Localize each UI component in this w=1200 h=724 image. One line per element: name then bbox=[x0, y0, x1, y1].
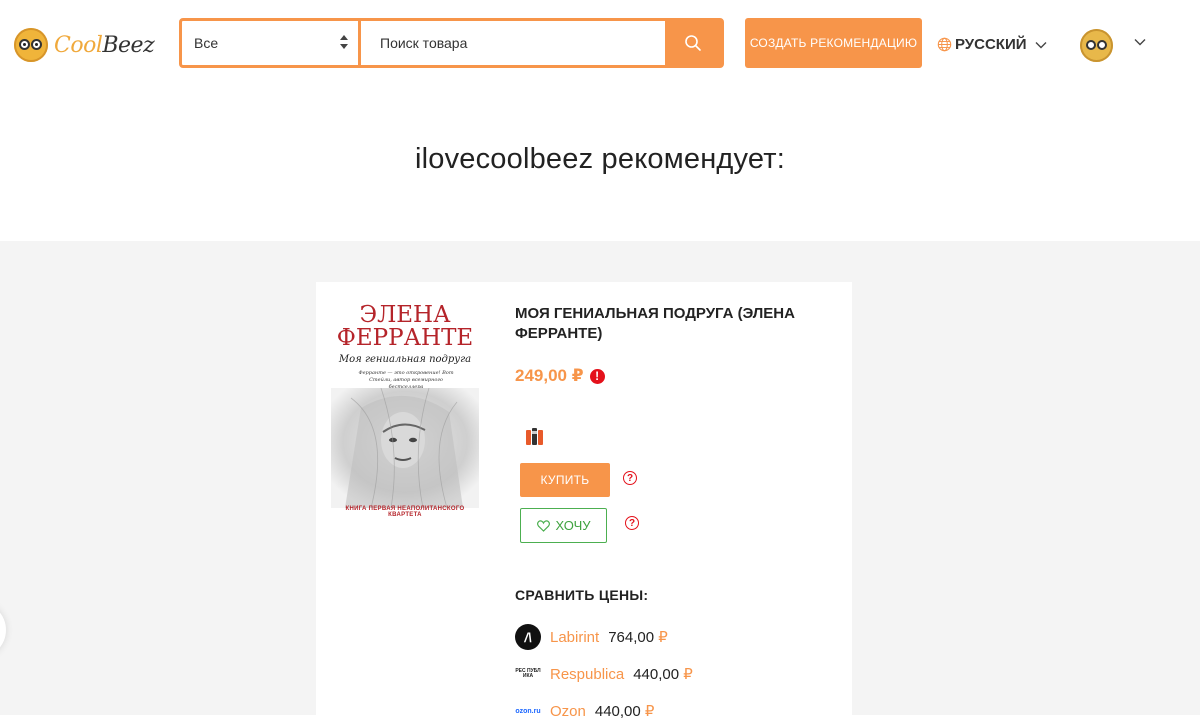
shop-price-value: 764,00 bbox=[608, 629, 655, 646]
cover-photo-image bbox=[331, 388, 479, 508]
logo[interactable]: CoolBeez bbox=[14, 28, 155, 62]
labirint-logo-icon: /\ bbox=[515, 624, 541, 650]
shop-row-labirint[interactable]: /\ Labirint 764,00 ₽ bbox=[515, 624, 668, 650]
shop-price-currency: ₽ bbox=[644, 703, 655, 720]
want-button-label: ХОЧУ bbox=[555, 518, 591, 533]
alert-icon[interactable]: ! bbox=[589, 368, 605, 384]
product-price-value: 249,00 ₽ bbox=[515, 366, 584, 385]
cover-footer: КНИГА ПЕРВАЯ НЕАПОЛИТАНСКОГО КВАРТЕТА bbox=[345, 506, 465, 518]
cover-subtitle: Моя гениальная подруга bbox=[338, 354, 472, 365]
logo-text-beez: Beez bbox=[102, 32, 155, 58]
select-arrows-icon bbox=[340, 35, 348, 49]
shop-price-currency: ₽ bbox=[658, 629, 668, 646]
shop-price-value: 440,00 bbox=[633, 666, 680, 683]
shop-price: 440,00 ₽ bbox=[595, 702, 655, 720]
language-label: РУССКИЙ bbox=[955, 36, 1027, 53]
respublica-logo-icon: РЕС ПУБЛ ИКА bbox=[515, 661, 541, 687]
shop-price: 440,00 ₽ bbox=[633, 665, 693, 683]
shop-row-respublica[interactable]: РЕС ПУБЛ ИКА Respublica 440,00 ₽ bbox=[515, 661, 693, 687]
shop-price-currency: ₽ bbox=[683, 666, 693, 683]
want-help-icon[interactable]: ? bbox=[625, 516, 639, 530]
shop-name[interactable]: Ozon bbox=[550, 703, 586, 720]
shop-name[interactable]: Respublica bbox=[550, 666, 624, 683]
store-thumbnail-icon[interactable] bbox=[525, 425, 547, 447]
heart-icon bbox=[536, 519, 550, 532]
buy-button[interactable]: КУПИТЬ bbox=[520, 463, 610, 497]
category-select[interactable]: Все bbox=[182, 21, 361, 65]
logo-bee-icon bbox=[14, 28, 48, 62]
create-recommendation-button[interactable]: СОЗДАТЬ РЕКОМЕНДАЦИЮ bbox=[745, 18, 922, 68]
header: CoolBeez Все СОЗДАТЬ РЕКОМЕНДАЦИЮ РУССКИ… bbox=[0, 0, 1200, 90]
book-cover[interactable]: ЭЛЕНА ФЕРРАНТЕ Моя гениальная подруга Фе… bbox=[331, 302, 479, 523]
product-price: 249,00 ₽ ! bbox=[515, 366, 605, 386]
cover-author-line2: ФЕРРАНТЕ bbox=[336, 325, 474, 351]
shop-price-value: 440,00 bbox=[594, 703, 641, 720]
chevron-down-icon bbox=[1035, 41, 1047, 48]
want-button[interactable]: ХОЧУ bbox=[520, 508, 607, 543]
user-avatar[interactable] bbox=[1080, 29, 1113, 62]
shop-row-ozon[interactable]: ozon.ru Ozon 440,00 ₽ bbox=[515, 698, 654, 724]
search-icon bbox=[685, 35, 701, 51]
shop-name[interactable]: Labirint bbox=[550, 629, 599, 646]
language-selector[interactable]: РУССКИЙ bbox=[937, 36, 1047, 53]
buy-help-icon[interactable]: ? bbox=[623, 471, 637, 485]
globe-icon bbox=[937, 37, 952, 52]
ozon-logo-icon: ozon.ru bbox=[515, 698, 541, 724]
category-select-value: Все bbox=[194, 35, 219, 51]
logo-text-cool: Cool bbox=[54, 32, 103, 58]
product-title: МОЯ ГЕНИАЛЬНАЯ ПОДРУГА (ЭЛЕНА ФЕРРАНТЕ) bbox=[515, 305, 795, 342]
search-input[interactable] bbox=[361, 21, 665, 65]
compare-prices-title: СРАВНИТЬ ЦЕНЫ: bbox=[515, 587, 649, 603]
cover-author-line1: ЭЛЕНА bbox=[359, 302, 451, 328]
page-title: ilovecoolbeez рекомендует: bbox=[414, 143, 786, 175]
logo-text: CoolBeez bbox=[54, 32, 155, 58]
user-menu-chevron-icon[interactable] bbox=[1134, 38, 1146, 46]
shop-price: 764,00 ₽ bbox=[608, 628, 668, 646]
search-button[interactable] bbox=[665, 21, 721, 65]
search-bar: Все bbox=[179, 18, 724, 68]
